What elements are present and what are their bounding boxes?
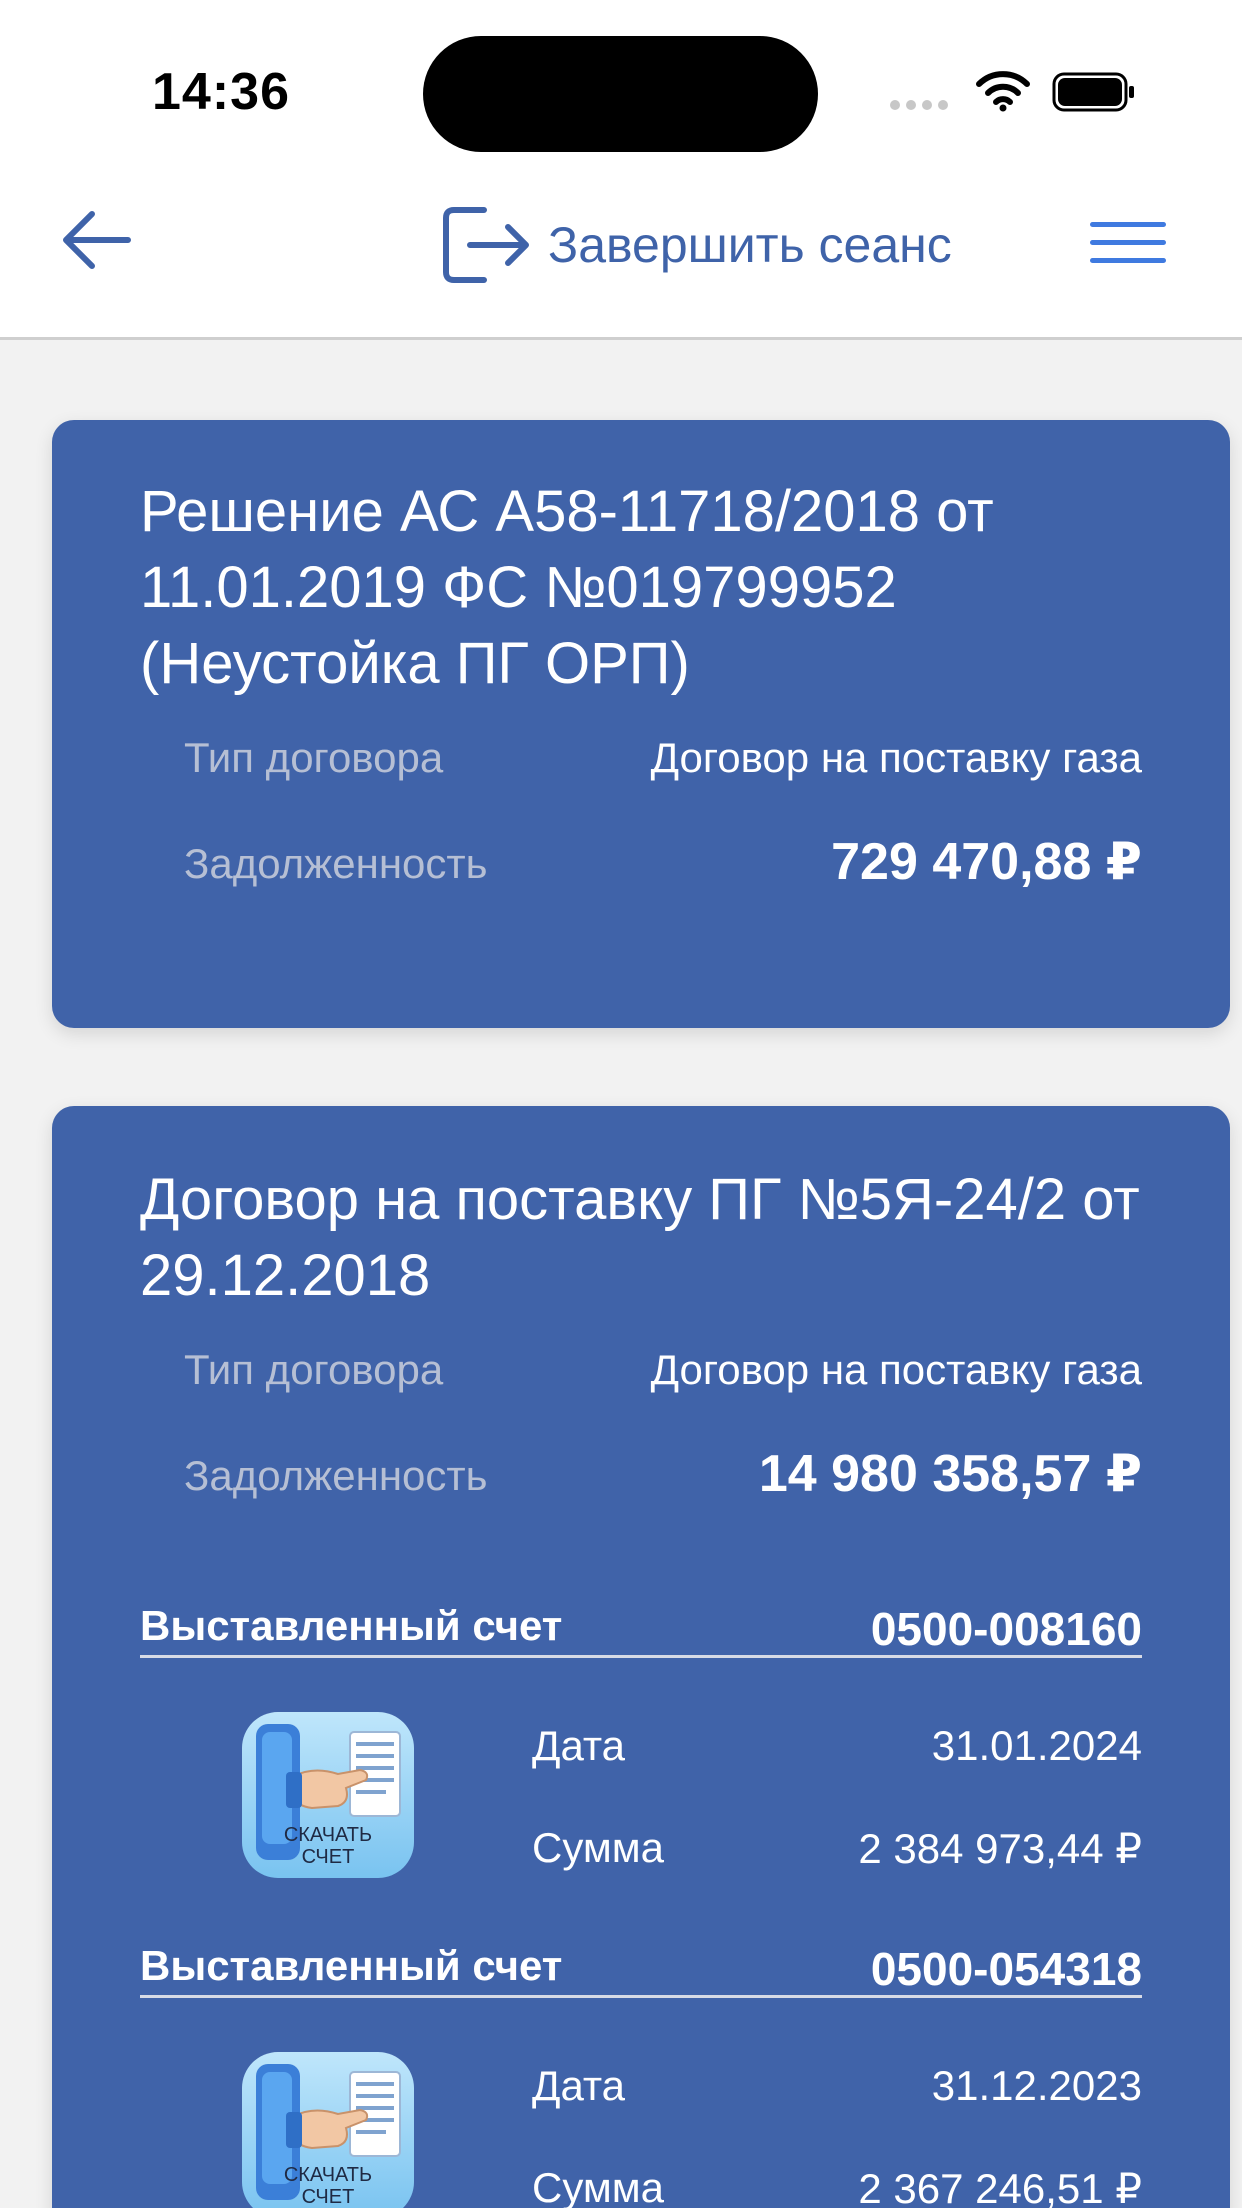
contract-card[interactable]: Договор на поставку ПГ №5Я-24/2 от 29.12… bbox=[52, 1106, 1230, 2208]
contract-card[interactable]: Решение АС А58-11718/2018 от 11.01.2019 … bbox=[52, 420, 1230, 1028]
debt-amount: 729 470,88 ₽ bbox=[831, 833, 1142, 891]
invoice-date-label: Дата bbox=[532, 2062, 626, 2109]
menu-line bbox=[1090, 258, 1166, 263]
invoice-date-label: Дата bbox=[532, 1722, 626, 1769]
arrow-left-icon bbox=[63, 211, 131, 269]
logout-button[interactable]: Завершить сеанс bbox=[440, 200, 952, 290]
status-bar: 14:36 bbox=[0, 0, 1242, 170]
menu-line bbox=[1090, 222, 1166, 227]
status-time: 14:36 bbox=[152, 63, 290, 121]
invoice-sum-value: 2 367 246,51 ₽ bbox=[858, 2165, 1142, 2208]
wifi-icon bbox=[976, 71, 1030, 112]
contract-type-label: Тип договора bbox=[184, 734, 444, 781]
download-label-line1: СКАЧАТЬ bbox=[283, 1824, 373, 1846]
invoice-number: 0500-008160 bbox=[870, 1603, 1142, 1655]
back-button[interactable] bbox=[56, 200, 136, 280]
cellular-signal-icon bbox=[890, 100, 948, 110]
contract-title: Договор на поставку ПГ №5Я-24/2 от 29.12… bbox=[140, 1167, 1140, 1308]
invoice-sum-label: Сумма bbox=[532, 2164, 664, 2208]
invoice-header: Выставленный счет 0500-008160 bbox=[140, 1598, 1142, 1658]
contract-title: Решение АС А58-11718/2018 от 11.01.2019 … bbox=[140, 479, 994, 696]
app-header: Завершить сеанс bbox=[0, 170, 1242, 340]
invoice-date-value: 31.12.2023 bbox=[931, 2062, 1142, 2109]
invoice-header: Выставленный счет 0500-054318 bbox=[140, 1938, 1142, 1998]
invoice-label: Выставленный счет bbox=[140, 1942, 563, 1989]
download-label-line2: СЧЕТ bbox=[301, 2186, 355, 2208]
download-label-line2: СЧЕТ bbox=[301, 1846, 355, 1868]
invoice-label: Выставленный счет bbox=[140, 1602, 563, 1649]
debt-amount: 14 980 358,57 ₽ bbox=[758, 1445, 1142, 1503]
logout-label: Завершить сеанс bbox=[548, 217, 952, 273]
contract-type-label: Тип договора bbox=[184, 1346, 444, 1393]
invoice-sum-label: Сумма bbox=[532, 1824, 664, 1871]
menu-button[interactable] bbox=[1090, 222, 1166, 272]
logout-icon bbox=[443, 207, 529, 283]
invoice-number: 0500-054318 bbox=[870, 1943, 1142, 1995]
download-label-line1: СКАЧАТЬ bbox=[283, 2164, 373, 2186]
download-invoice-button[interactable]: СКАЧАТЬ СЧЕТ bbox=[242, 2052, 414, 2208]
invoice-date-value: 31.01.2024 bbox=[931, 1722, 1142, 1769]
debt-label: Задолженность bbox=[184, 1452, 488, 1499]
download-invoice-button[interactable]: СКАЧАТЬ СЧЕТ bbox=[242, 1712, 414, 1878]
debt-label: Задолженность bbox=[184, 840, 488, 887]
invoice-sum-value: 2 384 973,44 ₽ bbox=[858, 1825, 1142, 1872]
contract-type-value: Договор на поставку газа bbox=[650, 734, 1142, 781]
battery-icon bbox=[1052, 72, 1134, 112]
contract-type-value: Договор на поставку газа bbox=[650, 1346, 1142, 1393]
menu-line bbox=[1090, 240, 1166, 245]
dynamic-island bbox=[423, 36, 818, 152]
